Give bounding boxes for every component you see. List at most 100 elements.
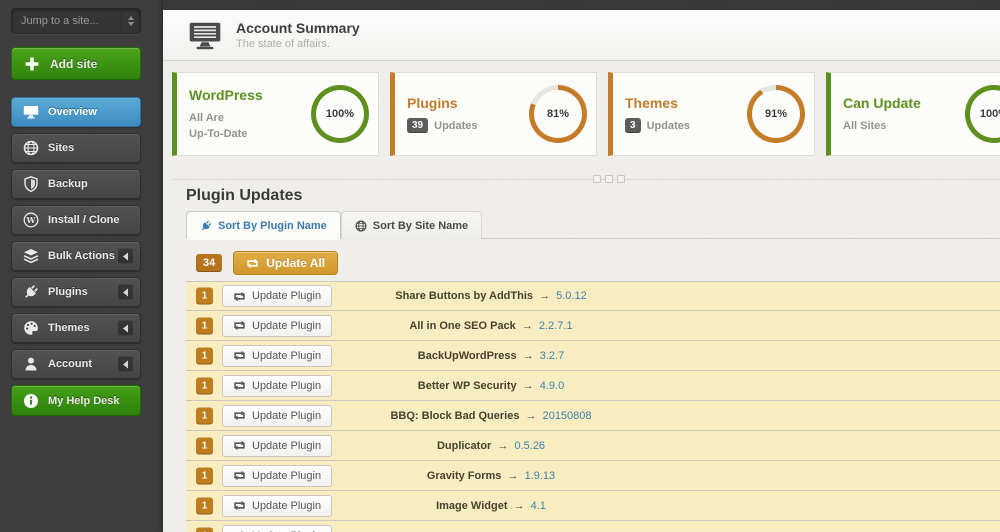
sidebar-item-plugins[interactable]: Plugins bbox=[11, 277, 141, 307]
percentage-gauge: 91% bbox=[738, 85, 814, 143]
carousel-dots[interactable] bbox=[593, 175, 625, 183]
gauge-percent-label: 100% bbox=[325, 108, 355, 120]
card-title: Plugins bbox=[407, 95, 458, 111]
update-toolbar: 34 Update All bbox=[196, 251, 339, 275]
sidebar-item-install-clone[interactable]: W Install / Clone bbox=[11, 205, 141, 235]
site-jump-select[interactable]: Jump to a site... bbox=[11, 8, 141, 34]
collapse-arrow-icon[interactable] bbox=[118, 248, 133, 264]
arrow-glyph: → bbox=[521, 319, 533, 332]
gauge-percent-label: 81% bbox=[546, 108, 570, 120]
arrow-glyph: → bbox=[497, 439, 509, 452]
row-count-badge: 1 bbox=[196, 527, 213, 532]
collapse-arrow-icon[interactable] bbox=[118, 284, 133, 300]
app: Jump to a site... Add site Overview Site… bbox=[0, 0, 1000, 532]
sidebar-item-overview[interactable]: Overview bbox=[11, 97, 141, 127]
plug-icon bbox=[23, 284, 39, 300]
monitor-icon bbox=[23, 104, 39, 120]
retweet-icon bbox=[233, 470, 246, 481]
row-count-badge: 1 bbox=[196, 317, 213, 334]
globe-icon bbox=[23, 140, 39, 156]
card-plugins: Plugins 39 Updates 81% bbox=[390, 72, 597, 156]
plugin-update-list: 1 Update Plugin Share Buttons by AddThis… bbox=[186, 281, 1000, 532]
card-themes: Themes 3 Updates 91% bbox=[608, 72, 815, 156]
sort-tabs: Sort By Plugin Name Sort By Site Name bbox=[186, 211, 1000, 239]
arrow-glyph: → bbox=[522, 349, 534, 362]
row-count-badge: 1 bbox=[196, 407, 213, 424]
tab-sort-by-site-name[interactable]: Sort By Site Name bbox=[340, 211, 483, 239]
plugin-version: 4.9.0 bbox=[539, 379, 565, 392]
monitor-icon bbox=[188, 21, 222, 50]
sidebar-item-backup[interactable]: Backup bbox=[11, 169, 141, 199]
update-plugin-button[interactable]: Update Plugin bbox=[222, 524, 333, 532]
plugin-version: 20150808 bbox=[542, 409, 592, 422]
my-help-desk-button[interactable]: My Help Desk bbox=[11, 385, 141, 416]
plugin-update-row: 1 Update Plugin Duplicator → 0.5.26 bbox=[186, 431, 1000, 461]
info-icon bbox=[23, 393, 39, 409]
plugin-name: Image Widget bbox=[436, 499, 508, 512]
percentage-gauge: 100% bbox=[956, 85, 1000, 143]
layers-icon bbox=[23, 248, 39, 264]
retweet-icon bbox=[233, 500, 246, 511]
gauge-percent-label: 91% bbox=[764, 108, 788, 120]
plugin-update-row: 1 Update Plugin Gravity Forms → 1.9.13 bbox=[186, 461, 1000, 491]
gauge-percent-label: 100% bbox=[979, 108, 1000, 120]
carousel-divider bbox=[173, 175, 1000, 183]
card-count-badge: 39 bbox=[407, 118, 429, 133]
card-title: Themes bbox=[625, 95, 678, 111]
plugin-version: 4.1 bbox=[530, 499, 546, 512]
plugin-name: Share Buttons by AddThis bbox=[395, 290, 533, 302]
select-spinner-icon[interactable] bbox=[121, 9, 140, 33]
card-badge-label: Updates bbox=[434, 119, 478, 132]
row-count-badge: 1 bbox=[196, 437, 213, 454]
palette-icon bbox=[23, 320, 39, 336]
svg-text:W: W bbox=[26, 215, 37, 225]
plugin-update-row: 1 Update Plugin All in One SEO Pack → 2.… bbox=[186, 311, 1000, 341]
row-count-badge: 1 bbox=[196, 497, 213, 514]
tab-sort-by-plugin-name[interactable]: Sort By Plugin Name bbox=[186, 211, 341, 239]
percentage-gauge: 100% bbox=[302, 85, 378, 143]
row-count-badge: 1 bbox=[196, 347, 213, 364]
top-strip bbox=[163, 0, 1000, 10]
plugin-name: Gravity Forms bbox=[426, 469, 502, 482]
plugin-update-row: 1 Update Plugin Image Widget → 4.1 bbox=[186, 491, 1000, 521]
section-title: Plugin Updates bbox=[186, 187, 303, 204]
plugin-update-row: 1 Update Plugin Share Buttons by AddThis… bbox=[186, 281, 1000, 311]
arrow-glyph: → bbox=[513, 499, 525, 512]
sidebar-item-sites[interactable]: Sites bbox=[11, 133, 141, 163]
sidebar: Jump to a site... Add site Overview Site… bbox=[0, 0, 163, 532]
retweet-icon bbox=[233, 440, 246, 451]
summary-cards: WordPress All Are Up-To-Date 100% Plugin… bbox=[172, 72, 1000, 156]
plugin-update-row: 1 Update Plugin Better WP Security → 4.9… bbox=[186, 371, 1000, 401]
retweet-icon bbox=[233, 320, 246, 331]
card-badge-label: Updates bbox=[646, 119, 690, 132]
collapse-arrow-icon[interactable] bbox=[118, 356, 133, 372]
arrow-glyph: → bbox=[522, 379, 534, 392]
add-site-label: Add site bbox=[50, 56, 98, 71]
retweet-icon bbox=[233, 291, 246, 302]
plugin-name: All in One SEO Pack bbox=[409, 319, 516, 332]
page-title: Account Summary bbox=[236, 20, 360, 36]
update-all-button[interactable]: Update All bbox=[233, 251, 339, 275]
globe-icon bbox=[355, 220, 367, 232]
plugin-name: Better WP Security bbox=[417, 379, 517, 392]
plugin-update-row: 1 Update Plugin BBQ: Block Bad Queries →… bbox=[186, 401, 1000, 431]
sidebar-item-themes[interactable]: Themes bbox=[11, 313, 141, 343]
collapse-arrow-icon[interactable] bbox=[118, 320, 133, 336]
help-desk-label: My Help Desk bbox=[48, 394, 120, 407]
percentage-gauge: 81% bbox=[520, 85, 596, 143]
retweet-icon bbox=[246, 258, 259, 269]
arrow-glyph: → bbox=[525, 409, 537, 422]
plugin-update-row: 1 Update Plugin bbox=[186, 521, 1000, 532]
sidebar-item-account[interactable]: Account bbox=[11, 349, 141, 379]
retweet-icon bbox=[233, 350, 246, 361]
plugin-version: 0.5.26 bbox=[514, 439, 546, 452]
retweet-icon bbox=[233, 380, 246, 391]
sidebar-item-bulk-actions[interactable]: Bulk Actions bbox=[11, 241, 141, 271]
arrow-glyph: → bbox=[507, 469, 519, 482]
plus-icon bbox=[24, 56, 40, 72]
update-count-badge: 34 bbox=[196, 254, 223, 272]
plugin-version: 5.0.12 bbox=[556, 290, 587, 302]
retweet-icon bbox=[233, 410, 246, 421]
page-header: Account Summary The state of affairs. bbox=[163, 10, 1000, 61]
add-site-button[interactable]: Add site bbox=[11, 47, 141, 80]
